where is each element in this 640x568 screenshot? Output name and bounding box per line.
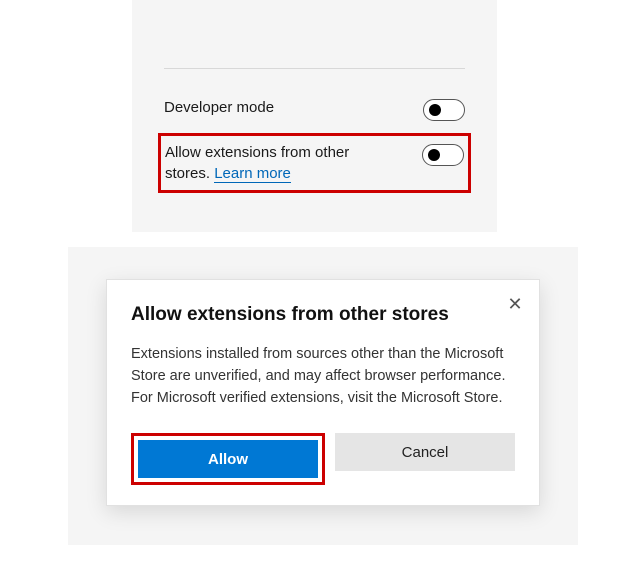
- dialog-backdrop: ✕ Allow extensions from other stores Ext…: [68, 247, 578, 545]
- allow-other-stores-toggle[interactable]: [422, 144, 464, 166]
- allow-button[interactable]: Allow: [138, 440, 318, 478]
- toggle-knob-icon: [429, 104, 441, 116]
- learn-more-link[interactable]: Learn more: [214, 165, 291, 183]
- allow-other-stores-label: Allow extensions from other stores. Lear…: [165, 142, 385, 184]
- cancel-button[interactable]: Cancel: [335, 433, 515, 471]
- allow-button-highlight: Allow: [131, 433, 325, 485]
- allow-other-stores-row: Allow extensions from other stores. Lear…: [158, 133, 471, 193]
- dialog-body: Extensions installed from sources other …: [131, 344, 515, 409]
- divider: [164, 68, 465, 69]
- dialog-title: Allow extensions from other stores: [131, 304, 515, 326]
- toggle-knob-icon: [428, 149, 440, 161]
- settings-panel: Developer mode Allow extensions from oth…: [132, 0, 497, 232]
- developer-mode-toggle[interactable]: [423, 99, 465, 121]
- developer-mode-label: Developer mode: [164, 97, 274, 118]
- allow-extensions-dialog: ✕ Allow extensions from other stores Ext…: [106, 279, 540, 506]
- developer-mode-row: Developer mode: [156, 85, 473, 133]
- close-button[interactable]: ✕: [505, 294, 525, 314]
- close-icon: ✕: [507, 295, 522, 313]
- dialog-button-row: Allow Cancel: [131, 433, 515, 485]
